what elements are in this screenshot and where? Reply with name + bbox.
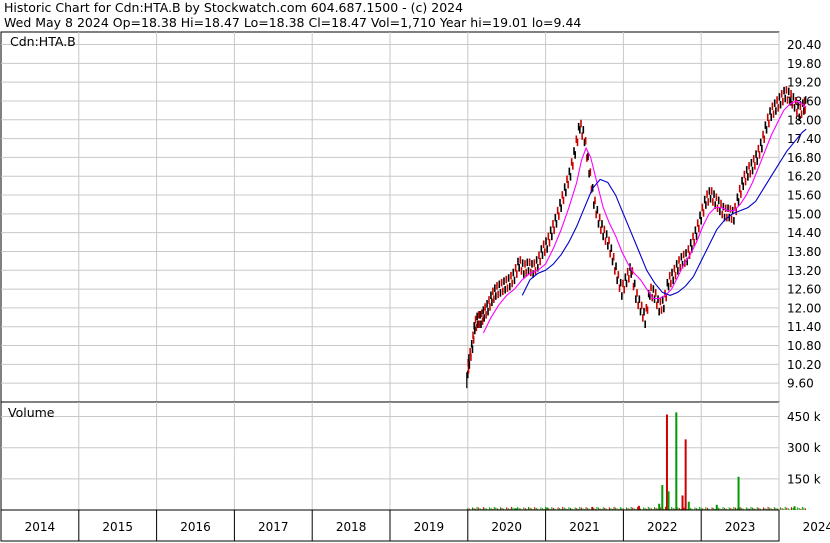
year-label: 2022 [647,520,678,534]
year-label: 2014 [25,520,56,534]
price-tick-label: 15.00 [787,207,821,221]
price-tick-label: 19.20 [787,76,821,90]
price-tick-label: 11.40 [787,320,821,334]
price-tick-label: 13.80 [787,245,821,259]
volume-axis: 450 k 300 k 150 k [787,410,821,486]
stock-chart: 20.4019.8019.2018.6018.0017.4016.8016.20… [0,31,830,542]
price-tick-label: 16.80 [787,151,821,165]
year-label: 2017 [258,520,289,534]
price-tick-label: 16.20 [787,170,821,184]
year-label: 2019 [414,520,445,534]
year-label: 2015 [102,520,133,534]
price-tick-label: 10.80 [787,339,821,353]
year-label: 2020 [491,520,522,534]
price-tick-label: 13.20 [787,264,821,278]
volume-tick-label: 150 k [787,472,821,486]
year-label: 2021 [569,520,600,534]
price-tick-label: 12.00 [787,301,821,315]
year-label: 2023 [725,520,756,534]
volume-tick-label: 450 k [787,410,821,424]
price-axis: 20.4019.8019.2018.6018.0017.4016.8016.20… [787,38,821,391]
volume-tick-label: 300 k [787,441,821,455]
year-label: 2024 [803,520,830,534]
price-tick-label: 12.60 [787,283,821,297]
price-tick-label: 10.20 [787,358,821,372]
price-tick-label: 9.60 [787,377,814,391]
year-label: 2018 [336,520,367,534]
year-label: 2016 [180,520,211,534]
price-tick-label: 15.60 [787,189,821,203]
price-tick-label: 19.80 [787,57,821,71]
price-tick-label: 18.00 [787,113,821,127]
price-tick-label: 14.40 [787,226,821,240]
price-tick-label: 20.40 [787,38,821,52]
symbol-label: Cdn:HTA.B [10,34,76,49]
volume-label: Volume [8,405,55,420]
